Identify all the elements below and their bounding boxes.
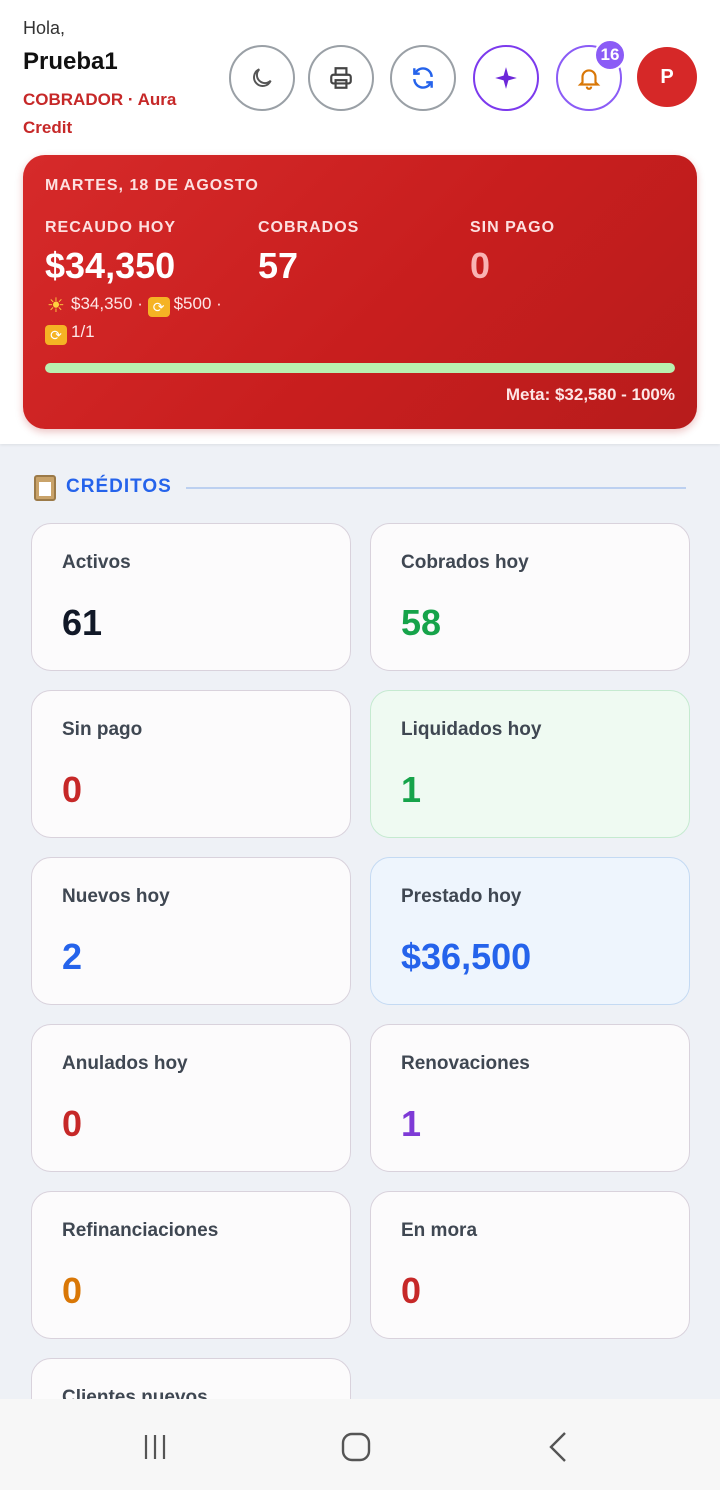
sun-icon: ☀ [47,295,65,317]
sinpago-value: 0 [470,245,491,286]
home-icon [341,1432,371,1462]
daily-summary-card: MARTES, 18 DE AGOSTO RECAUDO HOY $34,350… [23,155,697,429]
user-role: COBRADOR · Aura Credit [23,90,177,137]
back-button[interactable] [538,1427,578,1467]
goal-progress-fill [45,363,675,373]
recaudo-value: $34,350 [45,245,176,286]
notification-badge: 16 [594,39,626,71]
card-label: Liquidados hoy [401,719,542,740]
back-icon [549,1432,566,1462]
breakdown-cash: $34,350 [71,294,133,313]
system-nav-bar [0,1399,720,1490]
breakdown-separator: · [137,294,143,313]
section-title: CRÉDITOS [66,476,172,497]
card-value: 0 [401,1270,422,1311]
card-anulados-hoy[interactable]: Anulados hoy 0 [31,1024,351,1172]
card-value: 0 [62,769,83,810]
card-value: 0 [62,1270,83,1311]
card-refinanciaciones[interactable]: Refinanciaciones 0 [31,1191,351,1339]
app-header: Hola, Prueba1 COBRADOR · Aura Credit 16 … [0,0,720,444]
card-en-mora[interactable]: En mora 0 [370,1191,690,1339]
summary-date: MARTES, 18 DE AGOSTO [45,177,259,194]
section-divider [186,487,686,489]
card-nuevos-hoy[interactable]: Nuevos hoy 2 [31,857,351,1005]
card-activos[interactable]: Activos 61 [31,523,351,671]
card-label: En mora [401,1220,478,1241]
cobrados-value: 57 [258,245,299,286]
printer-icon [330,67,352,89]
card-renovaciones[interactable]: Renovaciones 1 [370,1024,690,1172]
renewal-icon: ⟳ [45,325,67,345]
clipboard-icon [34,475,56,501]
card-value: 0 [62,1103,83,1144]
renewal-icon: ⟳ [147,297,170,317]
sinpago-label: SIN PAGO [470,219,556,236]
home-button[interactable] [336,1427,376,1467]
card-value: 61 [62,602,103,643]
card-value: 58 [401,602,442,643]
cobrados-label: COBRADOS [258,219,360,236]
card-label: Prestado hoy [401,886,522,907]
card-label: Cobrados hoy [401,552,529,573]
print-button[interactable] [308,45,374,111]
notifications-button[interactable]: 16 [556,39,626,111]
card-label: Activos [62,552,131,573]
breakdown-separator: · [216,294,222,313]
breakdown-renewal: $500 [173,294,212,313]
card-prestado-hoy[interactable]: Prestado hoy $36,500 [370,857,690,1005]
recent-apps-button[interactable] [135,1427,175,1467]
collection-breakdown: ☀ $34,350 · ⟳ $500 · ⟳ 1/1 [45,290,275,346]
bell-icon [577,69,601,90]
breakdown-count: 1/1 [71,322,95,341]
refresh-icon [413,67,433,89]
user-name: Prueba1 [23,48,118,75]
goal-meta: Meta: $32,580 - 100% [505,385,675,404]
card-label: Anulados hoy [62,1053,188,1074]
theme-toggle-button[interactable] [229,45,295,111]
card-value: 1 [401,1103,422,1144]
card-value: 2 [62,936,83,977]
card-value: 1 [401,769,422,810]
card-sin-pago[interactable]: Sin pago 0 [31,690,351,838]
card-label: Renovaciones [401,1053,530,1074]
card-label: Nuevos hoy [62,886,170,907]
recent-apps-icon [144,1435,166,1459]
card-value: $36,500 [401,936,532,977]
moon-icon [253,68,272,87]
sparkle-icon [495,67,517,89]
card-label: Sin pago [62,719,143,740]
avatar[interactable]: P [637,47,697,107]
card-cobrados-hoy[interactable]: Cobrados hoy 58 [370,523,690,671]
card-label: Refinanciaciones [62,1220,219,1241]
greeting: Hola, [23,18,66,38]
goal-progress-bar [45,363,675,373]
card-liquidados-hoy[interactable]: Liquidados hoy 1 [370,690,690,838]
recaudo-label: RECAUDO HOY [45,219,177,236]
ai-assistant-button[interactable] [473,45,539,111]
sync-button[interactable] [390,45,456,111]
